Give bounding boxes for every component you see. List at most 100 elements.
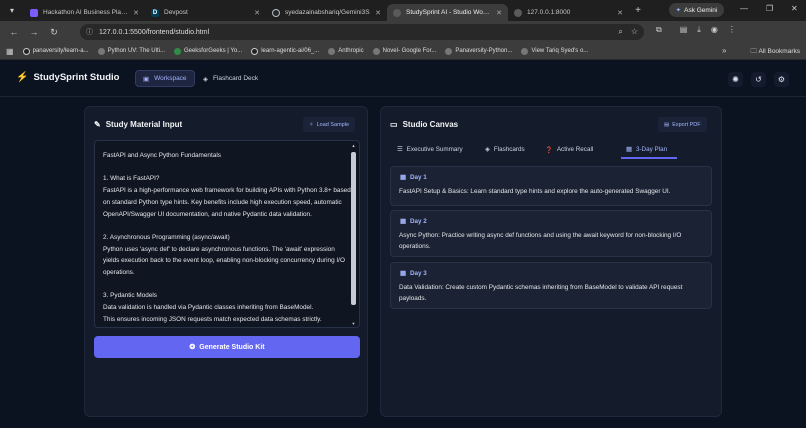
- folder-icon: 🗀: [750, 48, 758, 55]
- more-bookmarks-icon[interactable]: »: [722, 46, 726, 55]
- nav-tab-flashcard-deck[interactable]: ◈ Flashcard Deck: [196, 70, 265, 87]
- bookmark-label: learn-agentic-ai/06_...: [261, 48, 320, 54]
- bookmark-item[interactable]: panaversity/learn-a...: [22, 47, 89, 55]
- textarea-scrollbar[interactable]: ▲ ▼: [351, 143, 356, 327]
- github-icon: [22, 47, 30, 55]
- bookmarks-bar: ▦ panaversity/learn-a... Python UV: The …: [0, 43, 806, 60]
- day-plan-card: ▦ Day 1 FastAPI Setup & Basics: Learn st…: [390, 166, 712, 206]
- scrollbar-thumb[interactable]: [351, 152, 356, 305]
- brand-logo[interactable]: ⚡ StudySprint Studio: [16, 72, 119, 83]
- nav-tab-workspace[interactable]: ▣ Workspace: [135, 70, 195, 87]
- day-label-text: Day 1: [409, 174, 427, 181]
- bookmark-star-icon[interactable]: ☆: [631, 27, 638, 37]
- bookmark-item[interactable]: GeeksforGeeks | Yo...: [173, 47, 242, 55]
- tab-title: Devpost: [164, 9, 188, 16]
- calendar-icon: ▦: [626, 146, 632, 153]
- bookmark-item[interactable]: Anthropic: [328, 47, 364, 55]
- bookmark-label: Novel- Google For...: [382, 48, 437, 54]
- theme-sun-icon[interactable]: ✺: [728, 72, 743, 87]
- site-info-icon[interactable]: ⓘ: [86, 27, 93, 37]
- close-tab-icon[interactable]: ✕: [133, 9, 139, 17]
- app-header: ⚡ StudySprint Studio ▣ Workspace ◈ Flash…: [0, 61, 806, 97]
- all-bookmarks-label: All Bookmarks: [758, 48, 800, 55]
- study-material-panel: ✎ Study Material Input ✧ Load Sample Fas…: [84, 106, 368, 417]
- calendar-icon: ▦: [400, 174, 406, 181]
- question-circle-icon: ❓: [545, 146, 553, 154]
- close-tab-icon[interactable]: ✕: [254, 9, 260, 17]
- close-tab-icon[interactable]: ✕: [375, 9, 381, 17]
- tab-executive-summary[interactable]: ☰ Executive Summary: [397, 142, 463, 157]
- history-icon[interactable]: ↺: [751, 72, 766, 87]
- generate-studio-kit-button[interactable]: ❂ Generate Studio Kit: [94, 336, 360, 358]
- url-text[interactable]: 127.0.0.1:5500/frontend/studio.html: [99, 29, 209, 36]
- sparkle-icon: ❂: [189, 344, 196, 351]
- bookmark-label: Anthropic: [338, 48, 364, 54]
- ask-gemini-button[interactable]: ✦ Ask Gemini: [669, 3, 724, 17]
- close-window-icon[interactable]: ✕: [791, 4, 798, 13]
- bookmark-item[interactable]: learn-agentic-ai/06_...: [251, 47, 320, 55]
- downloads-icon[interactable]: ⤓: [697, 25, 701, 35]
- tab-label: Active Recall: [556, 146, 594, 153]
- day-plan-text: FastAPI Setup & Basics: Learn standard t…: [399, 188, 671, 195]
- restore-icon[interactable]: ❐: [766, 4, 773, 13]
- close-tab-icon[interactable]: ✕: [496, 9, 502, 17]
- bookmark-label: View Tariq Syed's o...: [531, 48, 589, 54]
- scroll-down-icon[interactable]: ▼: [351, 321, 356, 326]
- github-icon: [251, 47, 259, 55]
- panel-title-text: Study Material Input: [105, 120, 183, 129]
- tab-search-icon[interactable]: ▾: [0, 6, 24, 15]
- bookmark-item[interactable]: Python UV: The Ulti...: [97, 47, 165, 55]
- forward-arrow-icon[interactable]: →: [24, 27, 44, 37]
- day-plan-text: Async Python: Practice writing async def…: [399, 232, 682, 250]
- panel-title: ▭ Studio Canvas: [390, 120, 458, 129]
- bookmark-label: Python UV: The Ulti...: [107, 48, 165, 54]
- monitor-icon: ▭: [390, 120, 398, 129]
- tab-active-recall[interactable]: ❓ Active Recall: [545, 142, 593, 157]
- ask-gemini-label: Ask Gemini: [684, 6, 718, 14]
- browser-tab-hackathon[interactable]: Hackathon AI Business Plan - ✕: [24, 4, 145, 21]
- zoom-icon[interactable]: ⌕: [618, 27, 622, 37]
- scroll-up-icon[interactable]: ▲: [351, 143, 356, 148]
- studio-canvas-panel: ▭ Studio Canvas ▤ Export PDF ☰ Executive…: [380, 106, 722, 417]
- panel-title: ✎ Study Material Input: [94, 120, 182, 129]
- all-bookmarks-button[interactable]: 🗀 All Bookmarks: [751, 47, 801, 58]
- tab-title: 127.0.0.1:8000: [527, 9, 571, 16]
- study-material-textarea[interactable]: FastAPI and Async Python Fundamentals 1.…: [94, 140, 360, 328]
- menu-kebab-icon[interactable]: ⋮: [728, 25, 736, 35]
- sidebar-icon[interactable]: ▤: [680, 25, 688, 35]
- reload-icon[interactable]: ↻: [44, 27, 64, 38]
- pdf-file-icon: ▤: [664, 121, 670, 128]
- export-pdf-button[interactable]: ▤ Export PDF: [658, 117, 707, 132]
- bookmark-item[interactable]: Panaversity-Python...: [445, 47, 512, 55]
- tab-3-day-plan[interactable]: ▦ 3-Day Plan: [626, 142, 667, 157]
- day-label: ▦ Day 3: [400, 270, 427, 277]
- minimize-icon[interactable]: —: [740, 4, 748, 13]
- profile-avatar-icon[interactable]: ◉: [711, 25, 718, 35]
- workspace-icon: ▣: [143, 75, 150, 83]
- address-bar[interactable]: ⓘ 127.0.0.1:5500/frontend/studio.html ⌕ …: [80, 24, 644, 40]
- bookmark-item[interactable]: Novel- Google For...: [372, 47, 437, 55]
- canvas-tabs: ☰ Executive Summary ◈ Flashcards ❓ Activ…: [397, 142, 717, 159]
- load-sample-label: Load Sample: [316, 121, 350, 128]
- extensions-icon[interactable]: ⧉: [656, 25, 662, 35]
- bookmark-item[interactable]: View Tariq Syed's o...: [521, 47, 589, 55]
- back-arrow-icon[interactable]: ←: [4, 27, 24, 37]
- load-sample-button[interactable]: ✧ Load Sample: [303, 117, 356, 132]
- globe-icon: [445, 47, 453, 55]
- settings-gear-icon[interactable]: ⚙: [774, 72, 789, 87]
- browser-tab-localhost[interactable]: 127.0.0.1:8000 ✕: [508, 4, 629, 21]
- brand-name: StudySprint Studio: [33, 72, 120, 83]
- gemini-sparkle-icon: ✦: [675, 7, 682, 14]
- tab-flashcards[interactable]: ◈ Flashcards: [485, 142, 525, 157]
- new-tab-button[interactable]: +: [629, 5, 647, 16]
- close-tab-icon[interactable]: ✕: [617, 9, 623, 17]
- apps-grid-icon[interactable]: ▦: [6, 47, 14, 56]
- hackathon-favicon-icon: [30, 8, 38, 17]
- browser-tab-github[interactable]: syedazainabshariq/Gemini3S ✕: [266, 4, 387, 21]
- study-material-text[interactable]: FastAPI and Async Python Fundamentals 1.…: [103, 150, 351, 326]
- browser-tab-devpost[interactable]: D Devpost ✕: [145, 4, 266, 21]
- browser-toolbar: ← → ↻ ⓘ 127.0.0.1:5500/frontend/studio.h…: [0, 21, 806, 43]
- active-tab-indicator: [621, 157, 677, 159]
- browser-tab-studysprint[interactable]: StudySprint AI - Studio Works ✕: [387, 4, 508, 21]
- list-icon: ☰: [397, 146, 403, 153]
